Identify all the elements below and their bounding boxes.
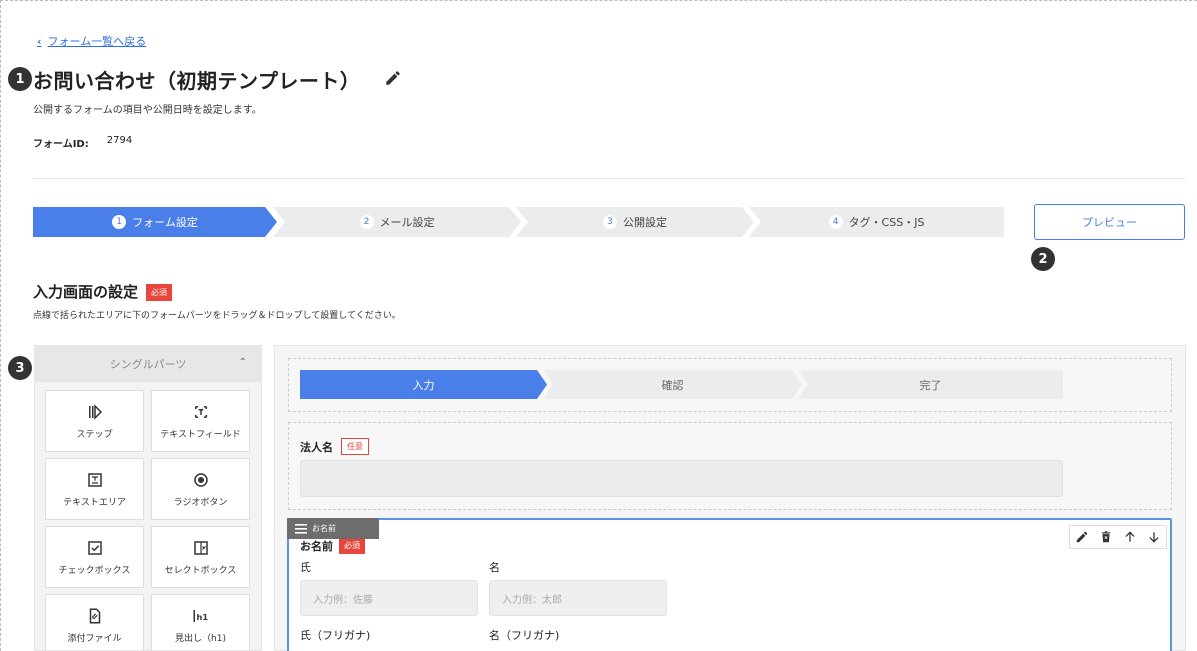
back-link-label: フォーム一覧へ戻る	[47, 35, 147, 48]
page-title: お問い合わせ（初期テンプレート）	[33, 69, 361, 93]
first-name-label: 名	[489, 561, 500, 574]
annotation-marker-3: 3	[8, 356, 32, 380]
part-heading-h1[interactable]: h1 見出し（h1)	[151, 594, 250, 650]
step-label: タグ・CSS・JS	[848, 216, 925, 229]
chevron-left-icon: ‹	[37, 34, 42, 48]
attachment-icon	[89, 608, 100, 623]
hamburger-icon	[295, 523, 307, 534]
field-toolbar	[1069, 525, 1167, 549]
svg-text:h1: h1	[196, 611, 208, 621]
form-id-value: 2794	[106, 135, 133, 146]
form-id-label: フォームID:	[33, 139, 89, 150]
optional-badge: 任意	[341, 438, 369, 455]
edit-field-button[interactable]	[1070, 526, 1094, 548]
part-label: テキストフィールド	[160, 429, 241, 440]
step-mail-settings[interactable]: 2 メール設定	[273, 207, 521, 237]
settings-step-bar: 1 フォーム設定 2 メール設定 3 公開設定 4 タグ・CSS・JS	[33, 207, 1004, 237]
drag-handle-label: お名前	[312, 524, 336, 533]
trash-icon	[1101, 531, 1111, 543]
single-parts-header[interactable]: シングルパーツ ⌃	[35, 346, 261, 382]
annotation-marker-2: 2	[1031, 247, 1055, 271]
canvas-step-confirm[interactable]: 確認	[543, 370, 802, 399]
step-publish-settings[interactable]: 3 公開設定	[516, 207, 754, 237]
parts-grid: ステップ テキストフィールド テキストエリア ラジオボタン チェックボックス セ…	[45, 390, 250, 650]
part-label: 添付ファイル	[67, 633, 122, 644]
canvas-step-input[interactable]: 入力	[300, 370, 547, 399]
canvas-step-complete[interactable]: 完了	[798, 370, 1063, 399]
part-label: 見出し（h1)	[175, 633, 226, 644]
part-label: テキストエリア	[63, 497, 126, 508]
last-name-input[interactable]: 入力例：佐藤	[300, 580, 478, 616]
select-box-icon	[193, 540, 208, 555]
section-description: 点線で括られたエリアに下のフォームパーツをドラッグ＆ドロップして設置してください…	[33, 311, 401, 321]
step-label: フォーム設定	[132, 216, 198, 229]
delete-field-button[interactable]	[1094, 526, 1118, 548]
divider	[33, 178, 1185, 179]
name-field-label: お名前 必須	[300, 537, 365, 554]
step-number: 1	[112, 215, 126, 229]
part-text-field[interactable]: テキストフィールド	[151, 390, 250, 452]
step-number: 2	[360, 215, 374, 229]
company-name-input[interactable]	[300, 460, 1063, 497]
arrow-up-icon	[1125, 531, 1135, 542]
move-up-button[interactable]	[1118, 526, 1142, 548]
text-area-icon	[87, 472, 102, 487]
page-description: 公開するフォームの項目や公開日時を設定します。	[33, 105, 262, 116]
checkbox-icon	[87, 540, 102, 555]
step-tag-css-js[interactable]: 4 タグ・CSS・JS	[749, 207, 1004, 237]
input-screen-settings-title: 入力画面の設定 必須	[33, 281, 173, 302]
back-to-form-list-link[interactable]: ‹ フォーム一覧へ戻る	[37, 33, 146, 49]
pencil-icon[interactable]	[384, 69, 402, 87]
form-id: フォームID: 2794	[33, 135, 132, 150]
part-label: セレクトボックス	[164, 565, 237, 576]
name-label-text: お名前	[300, 539, 333, 553]
heading-h1-icon: h1	[193, 609, 208, 622]
preview-button[interactable]: プレビュー	[1034, 204, 1185, 240]
name-field-drag-handle[interactable]: お名前	[287, 518, 379, 539]
required-badge: 必須	[146, 284, 173, 301]
part-label: ラジオボタン	[173, 497, 228, 508]
chevron-up-icon: ⌃	[238, 357, 247, 368]
first-name-kana-label: 名（フリガナ)	[489, 629, 560, 642]
required-badge: 必須	[339, 537, 365, 554]
last-name-label: 氏	[300, 561, 311, 574]
part-attachment[interactable]: 添付ファイル	[45, 594, 144, 650]
step-number: 4	[828, 215, 843, 229]
company-field-label: 法人名 任意	[300, 438, 369, 455]
parts-header-label: シングルパーツ	[109, 358, 187, 371]
pencil-icon	[1076, 531, 1088, 543]
step-label: 公開設定	[623, 216, 667, 229]
part-label: ステップ	[76, 429, 113, 440]
step-form-settings[interactable]: 1 フォーム設定	[33, 207, 277, 237]
form-parts-panel: シングルパーツ ⌃ ステップ テキストフィールド テキストエリア ラジオボタン …	[34, 345, 262, 651]
step-number: 3	[603, 215, 617, 229]
part-text-area[interactable]: テキストエリア	[45, 458, 144, 520]
text-field-icon	[194, 405, 207, 418]
last-name-kana-label: 氏（フリガナ)	[300, 629, 371, 642]
part-select-box[interactable]: セレクトボックス	[151, 526, 250, 588]
part-checkbox[interactable]: チェックボックス	[45, 526, 144, 588]
section-title-text: 入力画面の設定	[33, 283, 139, 301]
part-step[interactable]: ステップ	[45, 390, 144, 452]
annotation-marker-1: 1	[8, 67, 32, 91]
arrow-down-icon	[1149, 532, 1159, 543]
step-icon	[88, 403, 102, 420]
part-radio-button[interactable]: ラジオボタン	[151, 458, 250, 520]
move-down-button[interactable]	[1142, 526, 1166, 548]
part-label: チェックボックス	[58, 565, 131, 576]
company-label-text: 法人名	[300, 440, 333, 454]
first-name-input[interactable]: 入力例：太郎	[489, 580, 667, 616]
radio-icon	[193, 472, 208, 487]
step-label: メール設定	[379, 216, 435, 229]
